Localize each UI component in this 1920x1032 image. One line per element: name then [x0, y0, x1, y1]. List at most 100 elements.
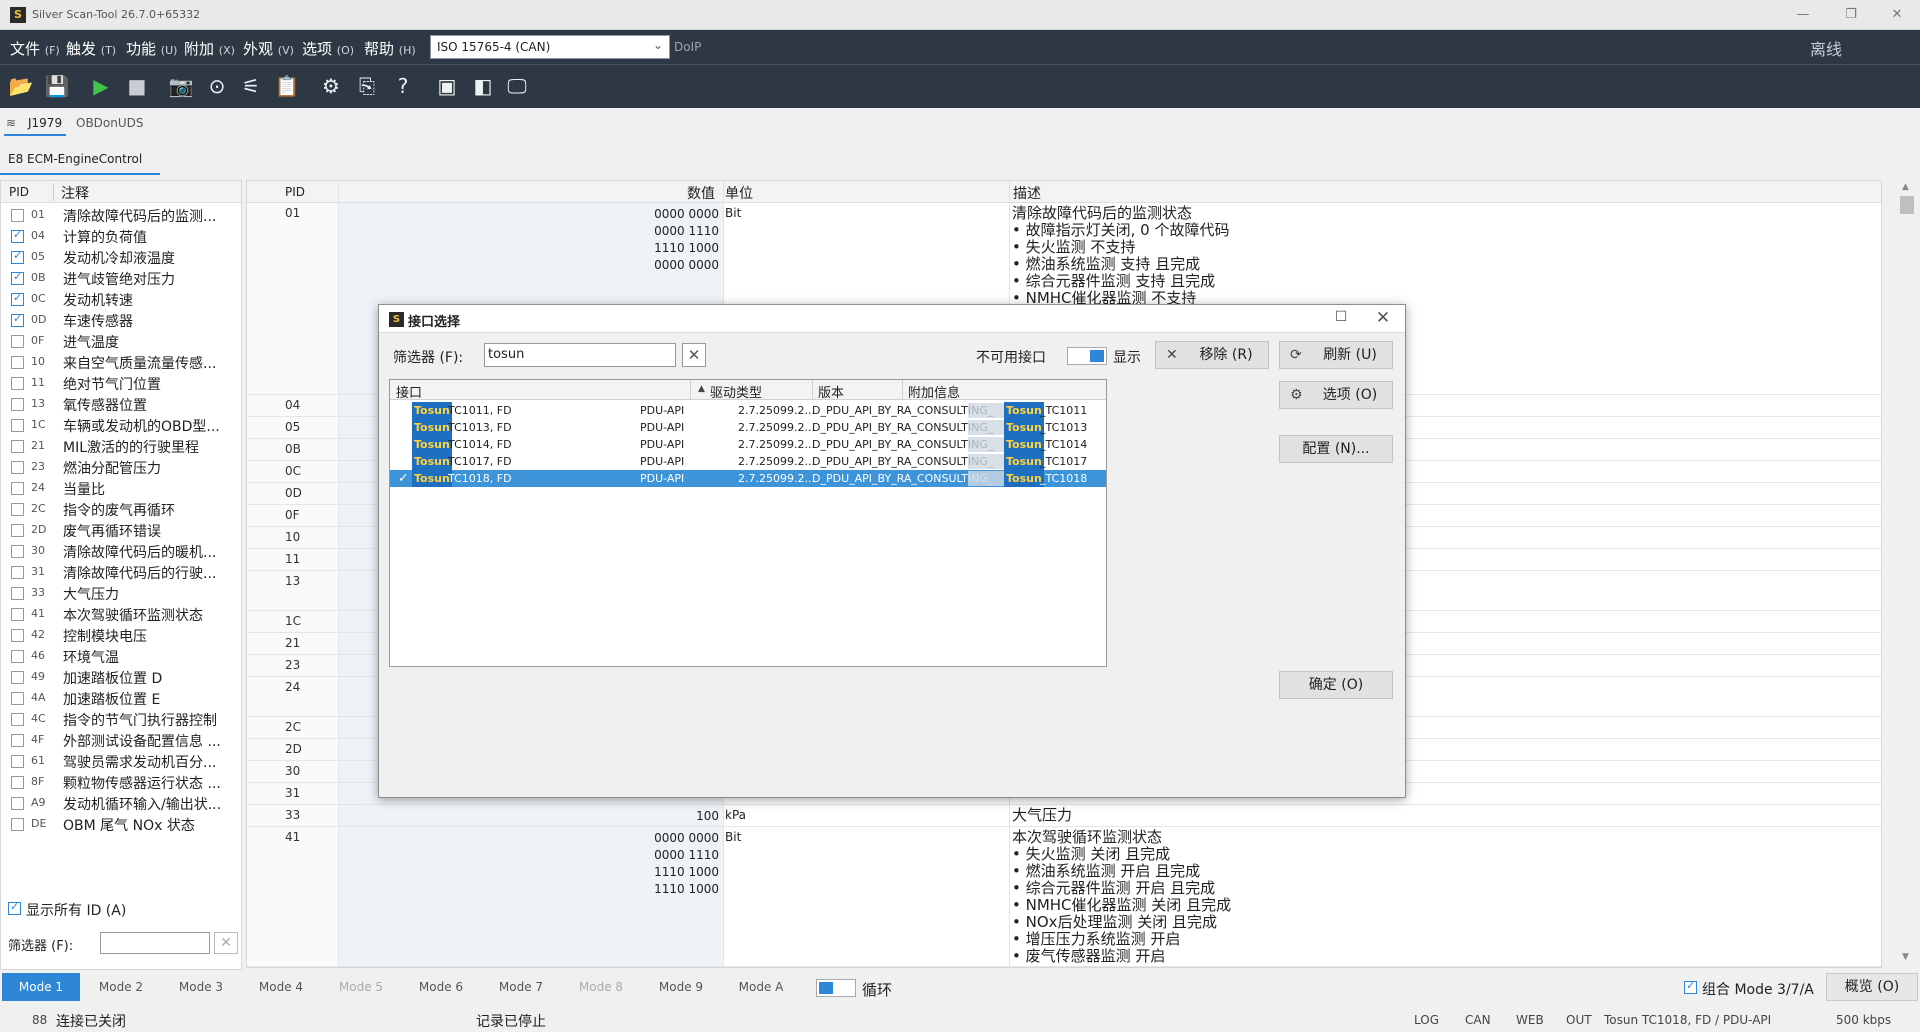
unavailable-toggle[interactable]: [1067, 347, 1107, 365]
scroll-thumb[interactable]: [1900, 196, 1914, 214]
data-row[interactable]: 33 100 kPa 大气压力: [247, 805, 1881, 827]
data-row[interactable]: 41 0000 0000 0000 1110 1110 1000 1110 100…: [247, 827, 1881, 967]
scroll-up-icon[interactable]: ▲: [1902, 182, 1909, 192]
pid-list-item[interactable]: A9 发动机循环输入/输出状...: [1, 793, 241, 814]
vertical-scrollbar[interactable]: ▲ ▼: [1896, 180, 1918, 968]
clear-filter-icon[interactable]: ✕: [682, 343, 706, 367]
help-icon[interactable]: ?: [388, 71, 418, 101]
pid-checkbox[interactable]: [11, 671, 24, 684]
mode-tab[interactable]: Mode 6: [402, 973, 480, 1001]
menu-options[interactable]: 选项 (O): [302, 38, 354, 59]
pid-list-item[interactable]: 04 计算的负荷值: [1, 226, 241, 247]
clear-filter-icon[interactable]: ✕: [214, 932, 238, 954]
camera-icon[interactable]: 📷: [166, 71, 196, 101]
pid-checkbox[interactable]: [11, 461, 24, 474]
mode-tab[interactable]: Mode 5: [322, 973, 400, 1001]
pid-checkbox[interactable]: [11, 503, 24, 516]
mode-tab[interactable]: Mode 2: [82, 973, 160, 1001]
pid-checkbox[interactable]: [11, 713, 24, 726]
pid-checkbox[interactable]: [11, 587, 24, 600]
pid-list-item[interactable]: 13 氧传感器位置: [1, 394, 241, 415]
pid-checkbox[interactable]: [11, 776, 24, 789]
pid-checkbox[interactable]: [11, 755, 24, 768]
mode-tab[interactable]: Mode 9: [642, 973, 720, 1001]
combo-checkbox[interactable]: [1684, 979, 1697, 994]
pid-list-item[interactable]: 21 MIL激活的的行驶里程: [1, 436, 241, 457]
remove-button[interactable]: ✕ 移除 (R): [1155, 341, 1269, 369]
pid-list-item[interactable]: 1C 车辆或发动机的OBD型...: [1, 415, 241, 436]
pid-checkbox[interactable]: [11, 270, 24, 285]
col-version[interactable]: 版本: [818, 382, 844, 401]
mode-tab[interactable]: Mode 1: [2, 973, 80, 1001]
pid-checkbox[interactable]: [11, 692, 24, 705]
pid-list-item[interactable]: 23 燃油分配管压力: [1, 457, 241, 478]
mode-tab[interactable]: Mode 4: [242, 973, 320, 1001]
restore-button[interactable]: ❐: [1840, 5, 1862, 25]
pid-checkbox[interactable]: [11, 209, 24, 222]
tab-j1979[interactable]: J1979: [28, 116, 62, 130]
interface-row[interactable]: Tosun TC1011, FD PDU-API 2.7.25099.2... D_PD…: [390, 402, 1106, 419]
pid-list-item[interactable]: 4A 加速踏板位置 E: [1, 688, 241, 709]
pid-checkbox[interactable]: [11, 650, 24, 663]
tab-ecu[interactable]: E8 ECM-EngineControl: [0, 145, 160, 175]
interface-row[interactable]: ✓ Tosun TC1018, FD PDU-API 2.7.25099.2... D_P…: [390, 470, 1106, 487]
mode-tab[interactable]: Mode 3: [162, 973, 240, 1001]
start-icon[interactable]: ▶: [86, 71, 116, 101]
pid-list-item[interactable]: 4C 指令的节气门执行器控制: [1, 709, 241, 730]
pid-list-item[interactable]: 31 清除故障代码后的行驶...: [1, 562, 241, 583]
menu-appearance[interactable]: 外观 (V): [243, 38, 294, 59]
pid-checkbox[interactable]: [11, 228, 24, 243]
pid-checkbox[interactable]: [11, 419, 24, 432]
mode-tab[interactable]: Mode A: [722, 973, 800, 1001]
save-icon[interactable]: 💾: [42, 71, 72, 101]
ok-button[interactable]: 确定 (O): [1279, 671, 1393, 699]
pid-list-item[interactable]: 2D 废气再循环错误: [1, 520, 241, 541]
pid-checkbox[interactable]: [11, 818, 24, 831]
pid-checkbox[interactable]: [11, 797, 24, 810]
interface-row[interactable]: Tosun TC1014, FD PDU-API 2.7.25099.2... D_PD…: [390, 436, 1106, 453]
pid-checkbox[interactable]: [11, 356, 24, 369]
monitor-icon[interactable]: 🖵: [502, 71, 532, 101]
menu-extra[interactable]: 附加 (X): [184, 38, 235, 59]
pid-list-item[interactable]: 30 清除故障代码后的暖机...: [1, 541, 241, 562]
pid-list-item[interactable]: 0B 进气歧管绝对压力: [1, 268, 241, 289]
pid-list-item[interactable]: 4F 外部测试设备配置信息 ...: [1, 730, 241, 751]
pid-list-item[interactable]: 8F 颗粒物传感器运行状态 ...: [1, 772, 241, 793]
close-button[interactable]: ✕: [1886, 5, 1908, 25]
window-layout-icon[interactable]: ▣: [432, 71, 462, 101]
panel-icon[interactable]: ◧: [468, 71, 498, 101]
pid-checkbox[interactable]: [11, 249, 24, 264]
show-all-checkbox[interactable]: [8, 900, 21, 915]
menu-help[interactable]: 帮助 (H): [364, 38, 416, 59]
pid-list-item[interactable]: 10 来自空气质量流量传感...: [1, 352, 241, 373]
pid-checkbox[interactable]: [11, 440, 24, 453]
refresh-button[interactable]: ⟳ 刷新 (U): [1279, 341, 1393, 369]
config-button[interactable]: 配置 (N)...: [1279, 435, 1393, 463]
stop-icon[interactable]: ■: [122, 71, 152, 101]
clipboard-icon[interactable]: 📋: [272, 71, 302, 101]
pid-checkbox[interactable]: [11, 377, 24, 390]
menu-file[interactable]: 文件 (F): [10, 38, 60, 59]
pid-list-item[interactable]: 05 发动机冷却液温度: [1, 247, 241, 268]
pid-list-item[interactable]: 42 控制模块电压: [1, 625, 241, 646]
interface-row[interactable]: Tosun TC1017, FD PDU-API 2.7.25099.2... D_PD…: [390, 453, 1106, 470]
protocol-select[interactable]: ISO 15765-4 (CAN) ⌄: [430, 35, 670, 59]
pid-checkbox[interactable]: [11, 629, 24, 642]
menu-function[interactable]: 功能 (U): [126, 38, 177, 59]
pid-list-item[interactable]: 46 环境气温: [1, 646, 241, 667]
tab-obdonuds[interactable]: OBDonUDS: [76, 116, 144, 130]
pid-checkbox[interactable]: [11, 608, 24, 621]
record-icon[interactable]: ⊙: [202, 71, 232, 101]
pid-list-item[interactable]: 61 驾驶员需求发动机百分...: [1, 751, 241, 772]
pid-list-item[interactable]: 2C 指令的废气再循环: [1, 499, 241, 520]
interface-row[interactable]: Tosun TC1013, FD PDU-API 2.7.25099.2... D_PD…: [390, 419, 1106, 436]
loop-toggle[interactable]: [816, 979, 856, 997]
maximize-icon[interactable]: ☐: [1331, 309, 1351, 329]
col-interface[interactable]: 接口: [396, 382, 422, 401]
pid-checkbox[interactable]: [11, 291, 24, 306]
minimize-button[interactable]: —: [1792, 5, 1814, 25]
menu-trigger[interactable]: 触发 (T): [66, 38, 116, 59]
pid-list-item[interactable]: 24 当量比: [1, 478, 241, 499]
pid-list-item[interactable]: 41 本次驾驶循环监测状态: [1, 604, 241, 625]
settings-gear-icon[interactable]: ⚙: [316, 71, 346, 101]
